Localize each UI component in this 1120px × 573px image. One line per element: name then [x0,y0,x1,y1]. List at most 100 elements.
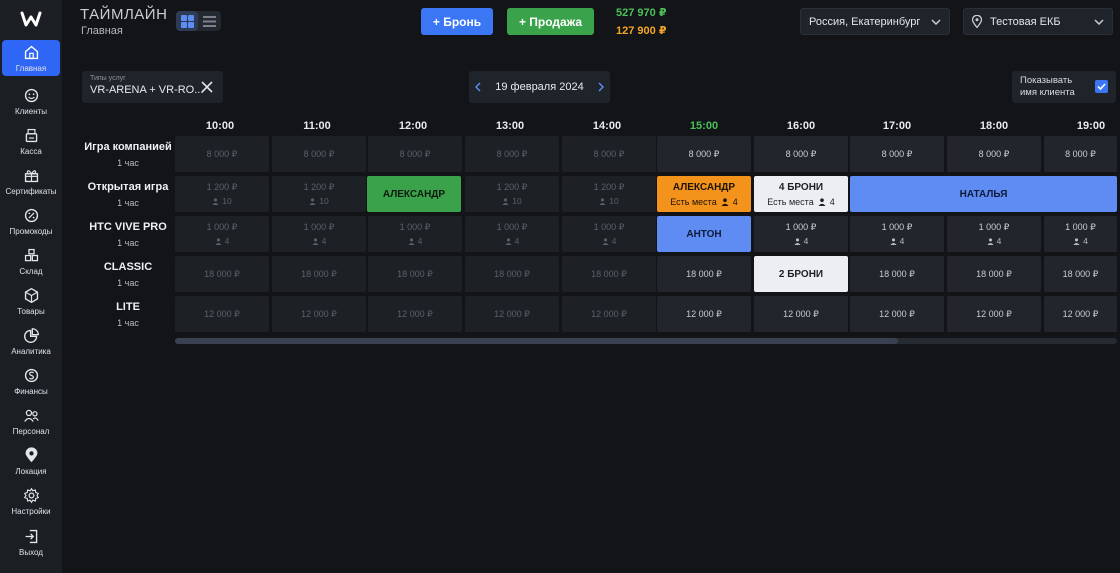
person-icon [502,197,509,205]
time-slot-cell[interactable]: 12 000 ₽ [272,296,366,332]
time-slot-cell[interactable]: 18 000 ₽ [850,256,944,292]
sidebar-item-certificates[interactable]: Сертификаты [2,163,60,199]
show-client-name-checkbox[interactable] [1095,80,1108,93]
booking-block[interactable]: АНТОН [657,216,751,252]
time-slot-cell[interactable]: 1 000 ₽ 4 [465,216,559,252]
close-icon[interactable] [200,80,214,94]
add-sale-button[interactable]: + Продажа [507,8,594,35]
checkmark-icon [1097,83,1106,90]
time-slot-cell[interactable]: 12 000 ₽ [754,296,848,332]
booking-block[interactable]: 4 БРОНИ Есть места 4 [754,176,848,212]
time-slot-cell[interactable]: 1 000 ₽ 4 [562,216,656,252]
next-date-button[interactable] [592,71,610,103]
logo-icon[interactable] [20,10,42,28]
time-slot-cell[interactable]: 1 000 ₽ 4 [368,216,462,252]
sidebar-item-products[interactable]: Товары [2,283,60,319]
time-slot-cell[interactable]: 18 000 ₽ [562,256,656,292]
time-slot-cell[interactable]: 12 000 ₽ [947,296,1041,332]
time-slot-cell[interactable]: 8 000 ₽ [754,136,848,172]
sidebar-item-home[interactable]: Главная [2,40,60,76]
time-slot-cell[interactable]: 12 000 ₽ [1044,296,1117,332]
prev-date-button[interactable] [469,71,487,103]
slot-price: 8 000 ₽ [206,148,238,159]
scrollbar-thumb[interactable] [175,338,898,344]
time-slot-cell[interactable]: 18 000 ₽ [1044,256,1117,292]
sidebar-item-cash[interactable]: Касса [2,123,60,159]
time-slot-cell[interactable]: 1 200 ₽ 10 [272,176,366,212]
sidebar-item-warehouse[interactable]: Склад [2,243,60,279]
time-slot-cell[interactable]: 8 000 ₽ [175,136,269,172]
time-slot-cell[interactable]: 12 000 ₽ [175,296,269,332]
time-slot-cell[interactable]: 8 000 ₽ [272,136,366,172]
booking-availability: Есть места 4 [767,197,834,207]
view-toggle [176,11,221,31]
time-slot-cell[interactable]: 18 000 ₽ [368,256,462,292]
current-date[interactable]: 19 февраля 2024 [487,81,592,93]
sidebar-item-clients[interactable]: Клиенты [2,83,60,119]
time-slot-cell[interactable]: 18 000 ₽ [465,256,559,292]
time-header: 12:00 [398,120,428,132]
slot-price: 18 000 ₽ [686,268,722,279]
booking-block[interactable]: НАТАЛЬЯ [850,176,1117,212]
time-slot-cell[interactable]: 1 200 ₽ 10 [562,176,656,212]
row-label: Открытая игра 1 час [82,181,174,208]
grid-view-button[interactable] [176,11,198,31]
slot-seats: 10 [502,196,522,206]
time-slot-cell[interactable]: 8 000 ₽ [368,136,462,172]
sidebar-item-staff[interactable]: Персонал [2,403,60,439]
time-slot-cell[interactable]: 8 000 ₽ [850,136,944,172]
time-slot-cell[interactable]: 8 000 ₽ [465,136,559,172]
service-types-filter[interactable]: Типы услуг VR-ARENA + VR-RO... [82,71,223,103]
time-slot-cell[interactable]: 18 000 ₽ [947,256,1041,292]
time-slot-cell[interactable]: 1 000 ₽ 4 [947,216,1041,252]
time-slot-cell[interactable]: 1 200 ₽ 10 [465,176,559,212]
slot-seat-count: 4 [803,236,809,246]
chevron-down-icon [1094,18,1104,25]
booking-block[interactable]: 2 БРОНИ [754,256,848,292]
time-slot-cell[interactable]: 8 000 ₽ [1044,136,1117,172]
sidebar-item-label: Главная [15,64,47,73]
location-select[interactable]: Тестовая ЕКБ [963,8,1113,35]
time-slot-cell[interactable]: 12 000 ₽ [850,296,944,332]
add-booking-button[interactable]: + Бронь [421,8,493,35]
chevron-right-icon [598,82,604,92]
time-slot-cell[interactable]: 12 000 ₽ [657,296,751,332]
time-slot-cell[interactable]: 8 000 ₽ [657,136,751,172]
sidebar-item-analytics[interactable]: Аналитика [2,323,60,359]
time-slot-cell[interactable]: 12 000 ₽ [465,296,559,332]
slot-price: 1 000 ₽ [496,222,528,232]
booking-block[interactable]: АЛЕКСАНДР [367,176,461,212]
booking-seats: 4 [829,196,835,207]
person-icon [212,197,219,205]
list-view-button[interactable] [198,11,220,31]
sidebar-item-settings[interactable]: Настройки [2,483,60,519]
time-slot-cell[interactable]: 1 000 ₽ 4 [754,216,848,252]
time-slot-cell[interactable]: 18 000 ₽ [272,256,366,292]
person-icon [309,197,316,205]
booking-block[interactable]: АЛЕКСАНДР Есть места 4 [657,176,751,212]
region-select[interactable]: Россия, Екатеринбург [800,8,950,35]
sidebar-item-finance[interactable]: Финансы [2,363,60,399]
show-client-name-toggle[interactable]: Показывать имя клиента [1012,71,1116,103]
horizontal-scrollbar[interactable] [175,338,1117,344]
sidebar-item-label: Сертификаты [5,187,57,196]
time-slot-cell[interactable]: 8 000 ₽ [947,136,1041,172]
time-slot-cell[interactable]: 12 000 ₽ [562,296,656,332]
sidebar-item-promocodes[interactable]: Промокоды [2,203,60,239]
person-icon [1073,237,1080,245]
time-slot-cell[interactable]: 12 000 ₽ [368,296,462,332]
slot-seats: 4 [987,236,1001,246]
person-icon [505,237,512,245]
time-slot-cell[interactable]: 8 000 ₽ [562,136,656,172]
time-slot-cell[interactable]: 18 000 ₽ [657,256,751,292]
time-slot-cell[interactable]: 1 200 ₽ 10 [175,176,269,212]
slot-price: 1 000 ₽ [593,222,625,232]
time-slot-cell[interactable]: 1 000 ₽ 4 [850,216,944,252]
time-slot-cell[interactable]: 1 000 ₽ 4 [175,216,269,252]
time-slot-cell[interactable]: 18 000 ₽ [175,256,269,292]
time-slot-cell[interactable]: 1 000 ₽ 4 [272,216,366,252]
time-slot-cell[interactable]: 1 000 ₽ 4 [1044,216,1117,252]
finance-icon [24,368,38,383]
sidebar-item-location[interactable]: Локация [2,443,60,479]
sidebar-item-logout[interactable]: Выход [2,524,60,560]
